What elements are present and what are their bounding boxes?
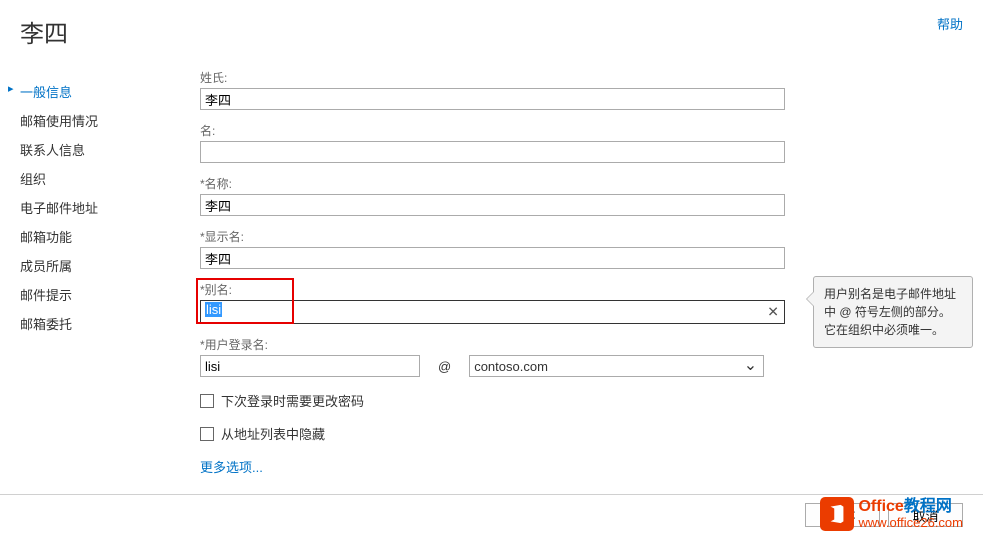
save-button[interactable]: 保存 bbox=[805, 503, 880, 527]
checkbox-icon[interactable] bbox=[200, 394, 214, 408]
sidebar-item-mailbox-usage[interactable]: 邮箱使用情况 bbox=[20, 106, 170, 135]
alias-label: *别名: bbox=[200, 281, 800, 298]
alias-tooltip: 用户别名是电子邮件地址中 @ 符号左侧的部分。它在组织中必须唯一。 bbox=[813, 276, 973, 348]
firstname-input[interactable] bbox=[200, 141, 785, 163]
sidebar-item-general[interactable]: 一般信息 bbox=[20, 77, 170, 106]
lastname-input[interactable] bbox=[200, 88, 785, 110]
page-title: 李四 bbox=[20, 14, 68, 49]
sidebar-item-contact[interactable]: 联系人信息 bbox=[20, 135, 170, 164]
sidebar: 一般信息 邮箱使用情况 联系人信息 组织 电子邮件地址 邮箱功能 成员所属 邮件… bbox=[20, 59, 170, 476]
sidebar-item-member-of[interactable]: 成员所属 bbox=[20, 251, 170, 280]
name-label: *名称: bbox=[200, 175, 800, 192]
checkbox-label: 下次登录时需要更改密码 bbox=[221, 391, 364, 410]
at-sign: @ bbox=[438, 359, 451, 374]
sidebar-item-mailbox-features[interactable]: 邮箱功能 bbox=[20, 222, 170, 251]
more-options-link[interactable]: 更多选项... bbox=[200, 457, 263, 476]
sidebar-item-mailtip[interactable]: 邮件提示 bbox=[20, 280, 170, 309]
displayname-label: *显示名: bbox=[200, 228, 800, 245]
domain-select[interactable]: contoso.com bbox=[469, 355, 764, 377]
firstname-label: 名: bbox=[200, 122, 800, 139]
clear-icon[interactable]: ✕ bbox=[767, 304, 779, 321]
upn-input[interactable] bbox=[200, 355, 420, 377]
sidebar-item-delegation[interactable]: 邮箱委托 bbox=[20, 309, 170, 338]
checkbox-label: 从地址列表中隐藏 bbox=[221, 424, 325, 443]
alias-input[interactable]: lisi bbox=[200, 300, 785, 324]
cancel-button[interactable]: 取消 bbox=[888, 503, 963, 527]
checkbox-change-password[interactable]: 下次登录时需要更改密码 bbox=[200, 391, 800, 410]
help-link[interactable]: 帮助 bbox=[937, 14, 963, 33]
lastname-label: 姓氏: bbox=[200, 69, 800, 86]
displayname-input[interactable] bbox=[200, 247, 785, 269]
form-area: 姓氏: 名: *名称: *显示名: *别名: lisi ✕ *用户登录名: bbox=[200, 59, 800, 476]
footer: 保存 取消 bbox=[0, 494, 983, 535]
sidebar-item-organization[interactable]: 组织 bbox=[20, 164, 170, 193]
name-input[interactable] bbox=[200, 194, 785, 216]
checkbox-hide-from-gal[interactable]: 从地址列表中隐藏 bbox=[200, 424, 800, 443]
sidebar-item-email-address[interactable]: 电子邮件地址 bbox=[20, 193, 170, 222]
checkbox-icon[interactable] bbox=[200, 427, 214, 441]
upn-label: *用户登录名: bbox=[200, 336, 800, 353]
